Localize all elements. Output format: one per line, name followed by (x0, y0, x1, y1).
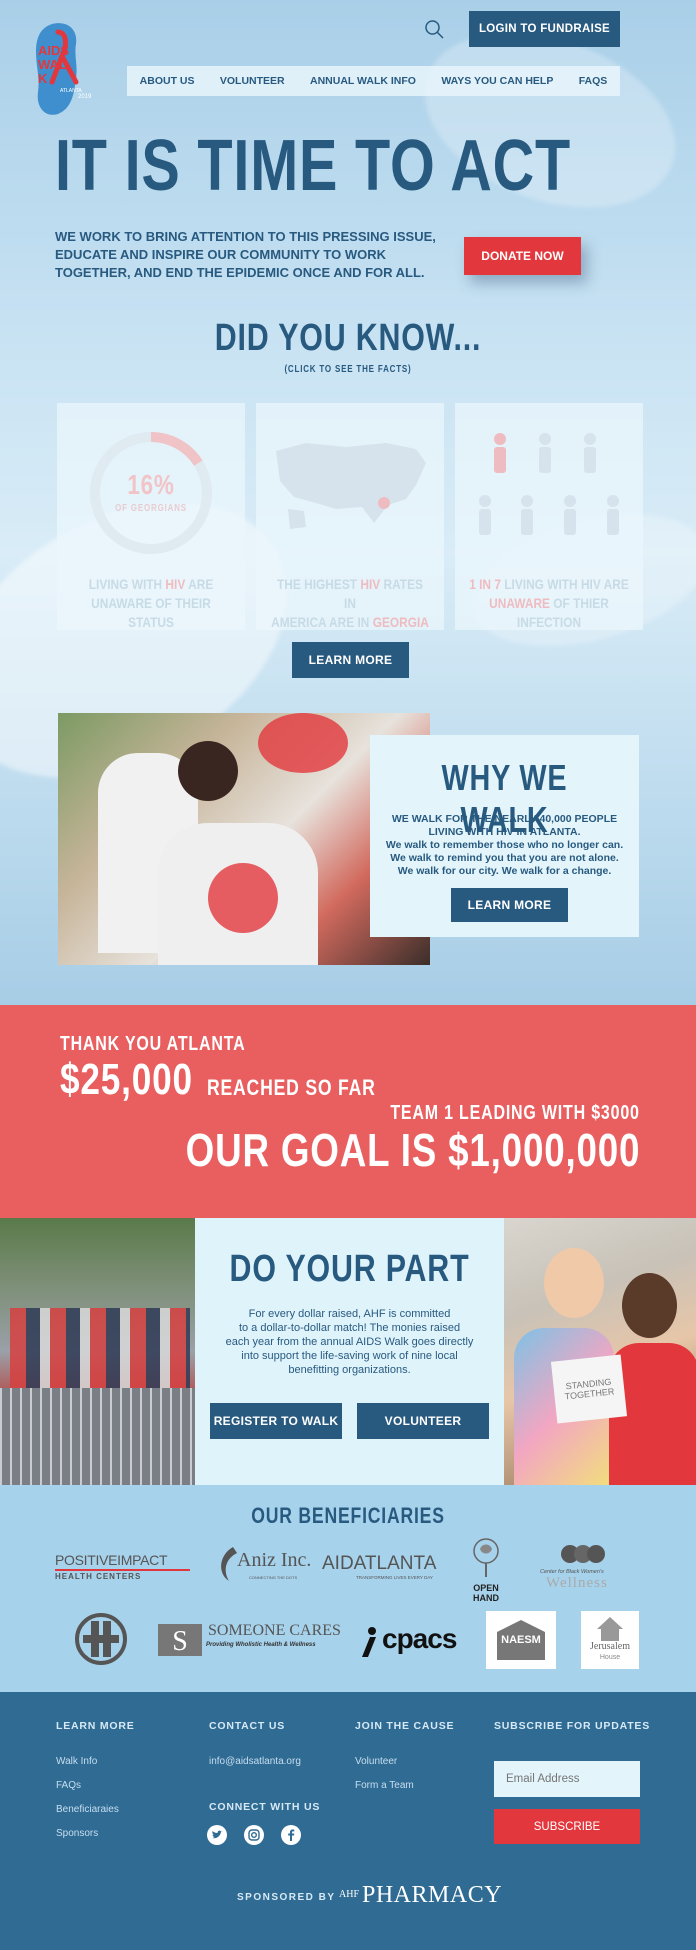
hero-line: WE WORK TO BRING ATTENTION TO THIS PRESS… (55, 229, 436, 244)
logo-jerusalem-house[interactable]: Jerusalem House (581, 1611, 639, 1669)
logo-aid-atlanta[interactable]: AIDATLANTA TRANSFORMING LIVES EVERY DAY (322, 1553, 452, 1580)
pompom-shape (208, 863, 278, 933)
nav-item-annual-walk-info[interactable]: ANNUAL WALK INFO (310, 75, 416, 87)
did-you-know-title: DID YOU KNOW... (214, 317, 482, 359)
logo-health-cross[interactable] (73, 1611, 129, 1667)
hero-title: IT IS TIME TO ACT (55, 126, 571, 206)
hero-line: EDUCATE AND INSPIRE OUR COMMUNITY TO WOR… (55, 247, 387, 262)
photo-barrier (0, 1388, 195, 1485)
fundraising-progress-section: THANK YOU ATLANTA $25,000 REACHED SO FAR… (0, 1005, 696, 1218)
subscribe-button[interactable]: SUBSCRIBE (494, 1809, 640, 1844)
do-your-part-title: DO YOUR PART (229, 1248, 470, 1290)
stat-caption: OF GEORGIANS (115, 503, 187, 514)
twitter-icon[interactable] (207, 1825, 227, 1845)
footer-join-heading: JOIN THE CAUSE (355, 1720, 455, 1732)
logo-positive-impact[interactable]: POSITIVEIMPACT HEALTH CENTERS (55, 1552, 190, 1581)
photo-figure (622, 1273, 677, 1338)
email-address-input[interactable] (494, 1761, 640, 1797)
why-we-walk-card: WHY WE WALK WE WALK FOR THE NEARLY 40,00… (370, 735, 639, 937)
hero-line: TOGETHER, AND END THE EPIDEMIC ONCE AND … (55, 265, 425, 280)
fact-text: LIVING WITH HIV ARE UNAWARE OF THEIR STA… (88, 576, 214, 630)
why-we-walk-text: WE WALK FOR THE NEARLY 40,000 PEOPLE LIV… (385, 813, 624, 877)
raised-amount: $25,000 (60, 1055, 193, 1104)
leader-wrap: TEAM 1 LEADING WITH $3000 (328, 1102, 640, 1125)
sponsored-by-label: SPONSORED BY (237, 1892, 336, 1903)
register-to-walk-button[interactable]: REGISTER TO WALK (210, 1403, 342, 1439)
logo-aniz[interactable]: Aniz Inc. CONNECTING THE DOTS (215, 1545, 311, 1585)
logo-wordmark: AIDS WALK ATLANTA 2019 (38, 43, 98, 101)
pompom-shape (258, 713, 348, 773)
sponsor-prefix: AHF (339, 1889, 360, 1900)
instagram-icon[interactable] (244, 1825, 264, 1845)
main-nav: ABOUT US VOLUNTEER ANNUAL WALK INFO WAYS… (127, 66, 620, 96)
stat-value: 16% (127, 469, 175, 500)
footer-link-form-a-team[interactable]: Form a Team (355, 1780, 414, 1791)
logo-cpacs[interactable]: cpacs (358, 1623, 468, 1659)
nav-item-about-us[interactable]: ABOUT US (140, 75, 195, 87)
people-icons (479, 433, 619, 535)
nav-item-ways-you-can-help[interactable]: WAYS YOU CAN HELP (441, 75, 553, 87)
nav-item-faqs[interactable]: FAQS (579, 75, 608, 87)
donate-now-button[interactable]: DONATE NOW (464, 237, 581, 275)
runners-photo (0, 1218, 195, 1485)
us-map-icon (276, 443, 426, 529)
logo-year: 2019 (78, 94, 92, 100)
do-your-part-text: For every dollar raised, AHF is committe… (225, 1308, 474, 1376)
standing-together-sign: STANDING TOGETHER (550, 1354, 628, 1424)
logo-open-hand[interactable]: OPEN HAND (466, 1537, 506, 1609)
footer-learn-more-heading: LEARN MORE (56, 1720, 135, 1732)
footer-email-link[interactable]: info@aidsatlanta.org (209, 1756, 301, 1767)
logo-text: AIDS WALK (38, 43, 70, 86)
volunteers-photo: STANDING TOGETHER (504, 1218, 696, 1485)
logo-naesm[interactable]: NAESM (486, 1611, 556, 1669)
fact-text: 1 IN 7 LIVING WITH HIV ARE UNAWARE OF TH… (469, 576, 629, 630)
logo-wellness[interactable]: Center for Black Women's Wellness (540, 1543, 626, 1591)
women-silhouettes-icon (561, 1545, 605, 1563)
photo-crowd (10, 1308, 190, 1388)
do-your-part-card: DO YOUR PART For every dollar raised, AH… (195, 1218, 504, 1485)
footer-link-beneficiaries[interactable]: Beneficiaraies (56, 1804, 119, 1815)
footer-link-walk-info[interactable]: Walk Info (56, 1756, 97, 1767)
raised-caption: REACHED SO FAR (207, 1075, 376, 1100)
footer-link-sponsors[interactable]: Sponsors (56, 1828, 98, 1839)
hero-description: WE WORK TO BRING ATTENTION TO THIS PRESS… (55, 228, 455, 282)
open-hand-tree-icon (473, 1538, 499, 1577)
footer: LEARN MORE Walk Info FAQs Beneficiaraies… (0, 1692, 696, 1950)
goal-wrap: OUR GOAL IS $1,000,000 (72, 1123, 640, 1177)
facts-learn-more-button[interactable]: LEARN MORE (292, 642, 409, 678)
footer-link-faqs[interactable]: FAQs (56, 1780, 81, 1791)
svg-text:S: S (172, 1626, 188, 1657)
someone-cares-icon: S (158, 1624, 202, 1657)
thank-you-text: THANK YOU ATLANTA (60, 1033, 246, 1055)
fact-card-status[interactable]: 16% OF GEORGIANS LIVING WITH HIV ARE UNA… (57, 403, 245, 630)
photo-figure (178, 741, 238, 801)
health-cross-icon (75, 1613, 127, 1665)
fact-card-infection[interactable]: 1 IN 7 LIVING WITH HIV ARE UNAWARE OF TH… (455, 403, 643, 630)
photo-figure (544, 1248, 604, 1318)
why-we-walk-learn-more-button[interactable]: LEARN MORE (451, 888, 568, 922)
footer-link-volunteer[interactable]: Volunteer (355, 1756, 397, 1767)
goal-text: OUR GOAL IS $1,000,000 (185, 1124, 640, 1176)
login-to-fundraise-button[interactable]: LOGIN TO FUNDRAISE (469, 11, 620, 47)
fact-card-georgia[interactable]: THE HIGHEST HIV RATES IN AMERICA ARE IN … (256, 403, 444, 630)
logo-someone-cares[interactable]: S SOMEONE CARES Providing Wholistic Heal… (158, 1620, 341, 1660)
beneficiaries-section: OUR BENEFICIARIES POSITIVEIMPACT HEALTH … (0, 1485, 696, 1692)
house-icon (597, 1617, 623, 1641)
beneficiaries-title: OUR BENEFICIARIES (251, 1503, 445, 1528)
did-you-know-subtitle[interactable]: (CLICK TO SEE THE FACTS) (70, 364, 627, 375)
fact-text: THE HIGHEST HIV RATES IN AMERICA ARE IN … (271, 576, 429, 630)
footer-connect-heading: CONNECT WITH US (209, 1801, 321, 1813)
cpacs-person-icon (362, 1627, 376, 1657)
sponsor-logo[interactable]: PHARMACY (362, 1882, 502, 1909)
search-icon[interactable] (424, 19, 444, 39)
team-leader-text: TEAM 1 LEADING WITH $3000 (390, 1102, 640, 1124)
nav-item-volunteer[interactable]: VOLUNTEER (220, 75, 285, 87)
volunteer-button[interactable]: VOLUNTEER (357, 1403, 489, 1439)
footer-subscribe-heading: SUBSCRIBE FOR UPDATES (494, 1720, 651, 1732)
footer-contact-heading: CONTACT US (209, 1720, 286, 1732)
facebook-icon[interactable] (281, 1825, 301, 1845)
